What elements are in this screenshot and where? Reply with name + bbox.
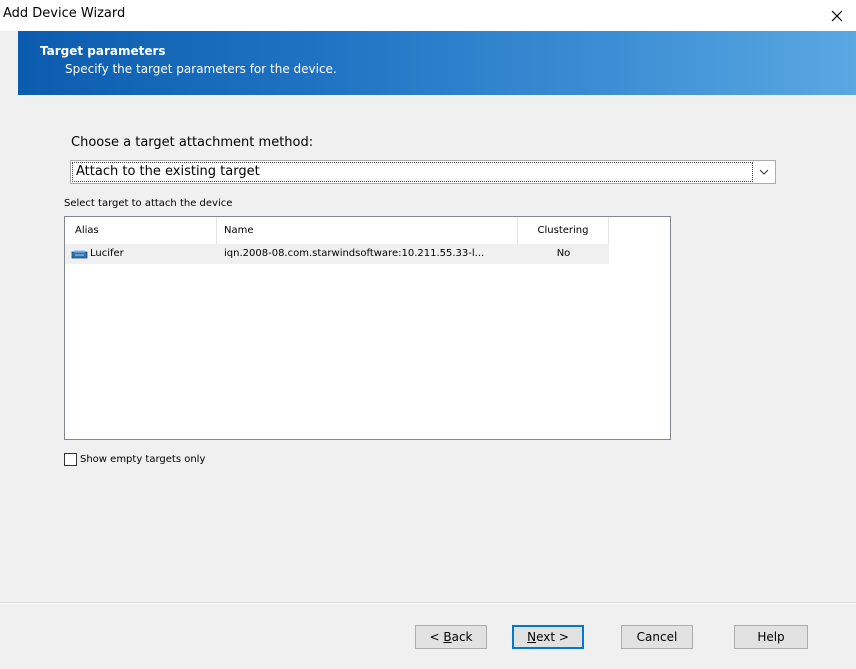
back-button-prefix: < — [429, 630, 444, 644]
select-target-label: Select target to attach the device — [64, 198, 233, 209]
close-icon — [831, 10, 843, 21]
row-alias: Lucifer — [90, 248, 124, 259]
banner-title: Target parameters — [40, 44, 166, 58]
footer-divider-highlight — [0, 603, 856, 604]
header-banner: Target parameters Specify the target par… — [18, 31, 856, 95]
target-device-icon — [71, 250, 88, 259]
help-button[interactable]: Help — [734, 625, 808, 649]
chevron-down-icon — [759, 169, 769, 175]
add-device-wizard-window: Add Device Wizard Target parameters Spec… — [0, 0, 856, 669]
dropdown-arrow[interactable] — [753, 161, 775, 183]
attachment-method-label: Choose a target attachment method: — [71, 135, 314, 150]
show-empty-targets-checkbox[interactable] — [64, 452, 77, 466]
attachment-method-dropdown[interactable]: Attach to the existing target — [70, 160, 776, 184]
show-empty-targets-label: Show empty targets only — [80, 453, 206, 465]
next-button-rest: ext > — [536, 630, 569, 644]
back-button-accel: B — [443, 630, 452, 644]
cancel-button[interactable]: Cancel — [621, 625, 693, 649]
next-button[interactable]: Next > — [512, 625, 584, 649]
show-empty-targets-option[interactable]: Show empty targets only — [64, 452, 205, 466]
row-name: iqn.2008-08.com.starwindsoftware:10.211.… — [224, 248, 485, 259]
target-list[interactable]: Alias Name Clustering Lucifer iqn.2008-0… — [64, 216, 671, 440]
attachment-method-value: Attach to the existing target — [72, 162, 753, 182]
banner-subtitle: Specify the target parameters for the de… — [65, 62, 337, 76]
column-header-clustering[interactable]: Clustering — [518, 217, 609, 244]
window-title: Add Device Wizard — [3, 6, 126, 21]
back-button-rest: ack — [451, 630, 473, 644]
next-button-accel: N — [527, 630, 537, 644]
title-bar: Add Device Wizard — [0, 0, 856, 31]
row-clustering: No — [556, 248, 571, 259]
column-header-alias[interactable]: Alias — [65, 217, 217, 244]
column-header-name[interactable]: Name — [217, 217, 518, 244]
close-button[interactable] — [818, 0, 856, 31]
back-button[interactable]: < Back — [415, 625, 487, 649]
table-row[interactable]: Lucifer iqn.2008-08.com.starwindsoftware… — [65, 244, 609, 264]
